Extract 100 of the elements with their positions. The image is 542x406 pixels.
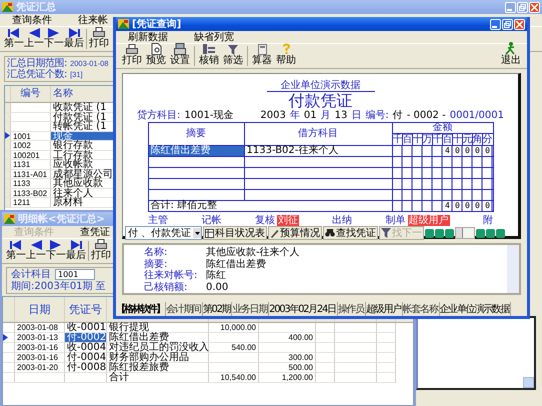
toolbar-button[interactable]: 最后 — [64, 28, 84, 49]
table-cell — [335, 363, 377, 373]
column-header: 名称 — [53, 88, 73, 99]
prev-icon — [27, 28, 41, 38]
voucher-type-dropdown[interactable]: 付 、付款凭证 — [125, 226, 202, 240]
next-icon — [47, 28, 61, 38]
table-cell: 付-0002 — [65, 333, 107, 343]
entry-row[interactable] — [148, 178, 493, 190]
table-cell — [209, 363, 259, 373]
table-cell: 1211 — [11, 198, 51, 208]
toolbar-button[interactable]: 下一 — [44, 28, 64, 49]
window-title: 明细帐<凭证汇总> — [18, 212, 105, 226]
table-cell: 100201 — [11, 150, 51, 160]
toolbar-button[interactable]: 预算情况 — [268, 226, 322, 240]
table-cell: 1,200.00 — [259, 373, 316, 383]
table-cell — [316, 343, 335, 353]
funnel-icon — [228, 45, 238, 55]
first-icon — [7, 28, 21, 38]
last-icon — [67, 28, 81, 38]
toolbar-button[interactable]: 打印 — [120, 44, 144, 66]
table-cell: 银行提现 — [107, 323, 209, 333]
app-icon — [4, 214, 15, 224]
pen-icon — [270, 228, 280, 238]
column-header: 凭证号 — [69, 303, 102, 316]
table-cell — [316, 373, 335, 383]
digit-unit: 角 — [472, 134, 482, 145]
menu-item[interactable]: 查询条件 — [12, 13, 52, 27]
signature-label: 制单 — [386, 215, 406, 226]
table-cell: 1133-B02-往来个人 — [246, 145, 338, 156]
table-cell — [377, 333, 396, 343]
entry-row[interactable] — [148, 156, 493, 168]
calculator-icon — [258, 44, 266, 55]
field-label: 日 — [351, 110, 362, 121]
caret-icon — [193, 228, 202, 238]
toolbar-button[interactable]: 帮助 — [274, 43, 298, 66]
menu-item[interactable]: 往来帐 — [78, 13, 108, 27]
minimize-button[interactable] — [505, 2, 516, 12]
detail-label: 摘要: — [144, 258, 168, 270]
entry-row[interactable] — [148, 190, 493, 200]
detail-value: 陈红借出差费 — [206, 258, 267, 270]
field-value: 付 — [392, 110, 403, 121]
table-cell — [377, 373, 396, 383]
scrollbar[interactable] — [507, 245, 519, 293]
menu-item[interactable]: 查凭证 — [80, 225, 110, 239]
table-cell: 10,000.00 — [209, 323, 259, 333]
table-cell: 1131-A01 — [11, 170, 51, 179]
toolbar-button[interactable]: 第一 — [4, 28, 24, 49]
table-cell — [377, 343, 396, 353]
entry-row[interactable] — [148, 168, 493, 178]
toolbar-button[interactable]: 科目状况表 — [203, 226, 268, 240]
field-value: - 0002 - — [406, 110, 446, 121]
toolbar-button[interactable]: 最后 — [66, 240, 86, 261]
toolbar-button[interactable]: 上一 — [24, 28, 44, 49]
toolbar-button[interactable]: 打印 — [91, 239, 111, 261]
close-button[interactable] — [514, 18, 525, 30]
toolbar-button[interactable]: 下一 — [46, 240, 66, 261]
binoculars-icon — [325, 229, 336, 237]
first-icon — [9, 240, 23, 250]
toolbar-button[interactable]: 算器 — [250, 44, 274, 66]
status-text: 【格林软件】 — [116, 302, 166, 316]
close-button[interactable] — [529, 2, 540, 12]
table-cell — [11, 122, 51, 132]
toolbar-button[interactable]: 核销 — [197, 44, 221, 66]
table-cell: 付-0008 — [65, 363, 107, 373]
table-cell — [11, 112, 51, 122]
menu-item[interactable]: 刷新数据 — [128, 30, 168, 44]
table-cell — [259, 343, 316, 353]
toolbar-button[interactable]: 第一 — [6, 240, 26, 261]
table-cell — [316, 333, 335, 343]
signature-label: 主管 — [148, 215, 168, 226]
restore-button[interactable] — [517, 2, 528, 12]
toolbar-button[interactable]: 上一 — [26, 240, 46, 261]
table-cell: 10,540.00 — [209, 373, 259, 383]
digit-unit: 十 — [412, 134, 422, 145]
toolbar-button[interactable]: 筛选 — [221, 45, 245, 66]
status-text: 帐套名称 — [402, 302, 440, 316]
status-text: 业务日期 — [232, 302, 270, 316]
column-header: 借方科目 — [244, 122, 392, 146]
menu-item[interactable]: 缺省列宽 — [194, 30, 234, 44]
account-field[interactable]: 1001 — [55, 269, 95, 280]
toolbar-button[interactable]: 预览 — [144, 43, 168, 66]
table-cell: 1133-B02 — [11, 188, 51, 198]
detail-label: 往来对帐号: — [144, 270, 198, 282]
detail-value: 0.00 — [206, 282, 230, 293]
minimize-button[interactable] — [490, 18, 501, 30]
toolbar-button[interactable]: 打印 — [89, 27, 109, 49]
table-cell: 陈红报差旅费 — [107, 363, 209, 373]
column-header: 摘要 — [148, 122, 244, 146]
table-cell: 1133 — [11, 179, 51, 188]
toolbar-button[interactable]: 查找凭证 — [323, 226, 378, 240]
table-cell: 500.00 — [259, 363, 316, 373]
status-text: 企业单位演示数据 — [440, 302, 512, 316]
exit-button[interactable]: 退出 — [499, 42, 523, 66]
info-label: 汇总凭证个数: — [7, 69, 67, 80]
restore-button[interactable] — [502, 18, 513, 30]
status-text: 操作员 — [338, 302, 366, 316]
table-cell: 2003-01-16 — [15, 343, 65, 353]
window-title: 凭证汇总 — [16, 0, 56, 14]
scrollbar[interactable] — [455, 227, 476, 239]
toolbar-button[interactable]: 设置 — [168, 43, 192, 66]
